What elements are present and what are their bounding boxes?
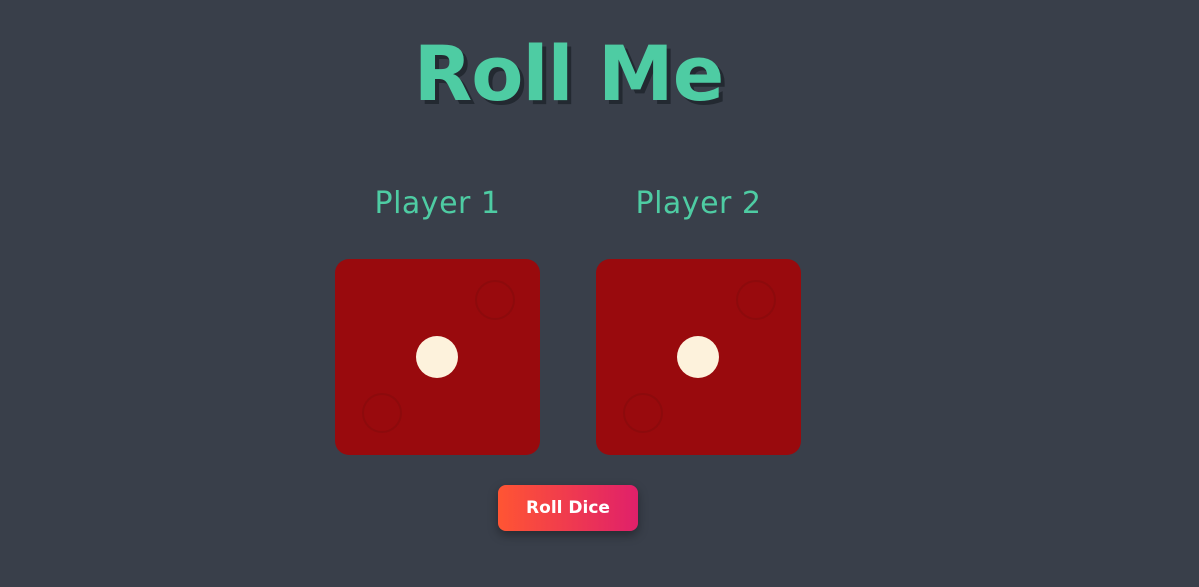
player-2-panel: Player 2: [596, 184, 801, 455]
player-1-die: [335, 259, 540, 455]
player-1-label: Player 1: [374, 186, 501, 221]
player-1-panel: Player 1: [335, 184, 540, 455]
die-pip-icon: [677, 336, 719, 378]
faint-pip-icon: [475, 280, 515, 320]
roll-dice-button[interactable]: Roll Dice: [498, 485, 638, 531]
die-pip-icon: [416, 336, 458, 378]
player-2-label: Player 2: [635, 186, 762, 221]
faint-pip-icon: [362, 393, 402, 433]
faint-pip-icon: [623, 393, 663, 433]
faint-pip-icon: [736, 280, 776, 320]
player-2-die: [596, 259, 801, 455]
page-title: Roll Me: [413, 29, 724, 118]
